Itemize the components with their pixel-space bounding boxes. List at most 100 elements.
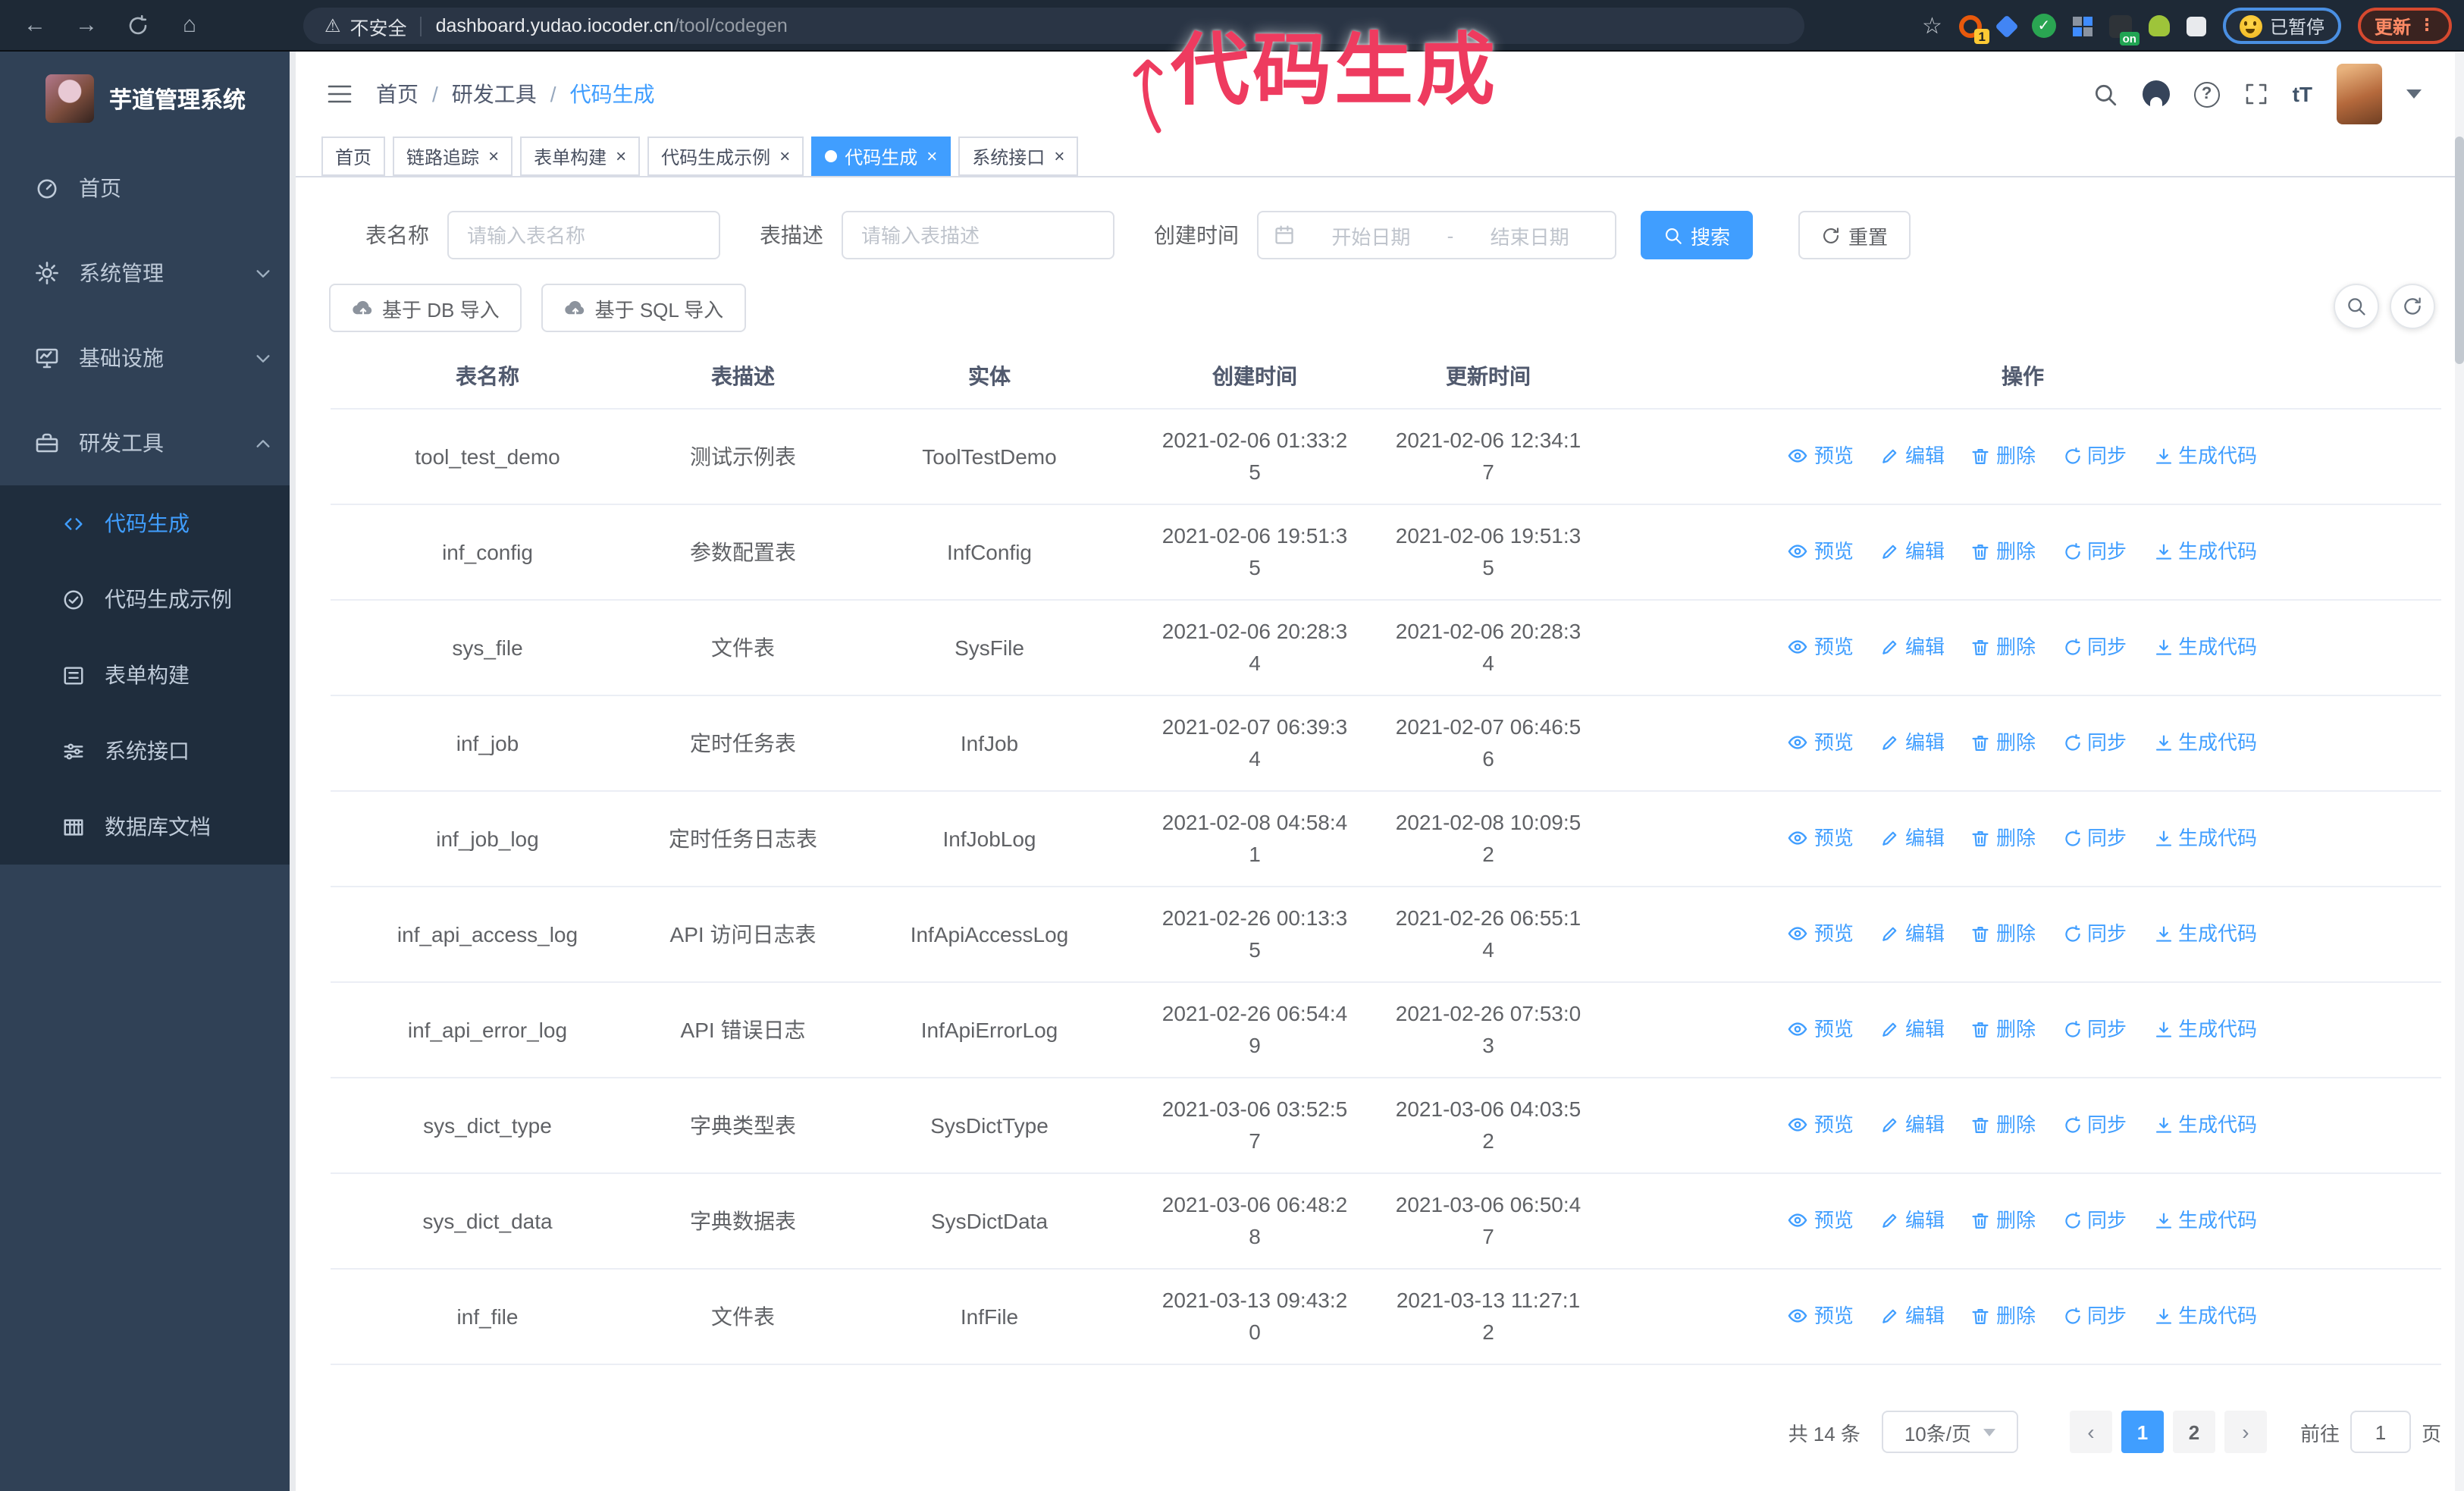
reset-button[interactable]: 重置 bbox=[1798, 211, 1911, 259]
action-eye-link[interactable]: 预览 bbox=[1788, 917, 1854, 949]
action-edit-link[interactable]: 编辑 bbox=[1881, 727, 1945, 758]
toggle-search-button[interactable] bbox=[2334, 284, 2379, 329]
page-button-1[interactable]: 1 bbox=[2121, 1411, 2164, 1453]
action-delete-link[interactable]: 删除 bbox=[1972, 631, 2036, 663]
date-range-picker[interactable]: 开始日期 - 结束日期 bbox=[1257, 211, 1616, 259]
action-sync-link[interactable]: 同步 bbox=[2063, 440, 2127, 472]
action-edit-link[interactable]: 编辑 bbox=[1881, 1109, 1945, 1141]
action-delete-link[interactable]: 删除 bbox=[1972, 727, 2036, 758]
action-edit-link[interactable]: 编辑 bbox=[1881, 535, 1945, 567]
close-icon[interactable] bbox=[488, 147, 499, 165]
sidebar-item-db-doc[interactable]: 数据库文档 bbox=[0, 789, 296, 865]
search-button[interactable]: 搜索 bbox=[1641, 211, 1754, 259]
breadcrumb-item[interactable]: 首页 bbox=[376, 79, 452, 109]
sidebar-scrollbar[interactable] bbox=[290, 52, 296, 1491]
action-eye-link[interactable]: 预览 bbox=[1788, 535, 1854, 567]
action-eye-link[interactable]: 预览 bbox=[1788, 726, 1854, 758]
chevron-down-icon[interactable] bbox=[2406, 89, 2422, 99]
sidebar-item-home[interactable]: 首页 bbox=[0, 146, 296, 231]
table-desc-input[interactable] bbox=[842, 211, 1114, 259]
sidebar-item-infra[interactable]: 基础设施 bbox=[0, 315, 296, 400]
sidebar-item-devtools[interactable]: 研发工具 bbox=[0, 400, 296, 485]
browser-forward-icon[interactable]: → bbox=[67, 5, 106, 45]
action-download-link[interactable]: 生成代码 bbox=[2154, 822, 2257, 854]
recorder-paused-pill[interactable]: 已暂停 bbox=[2222, 8, 2341, 44]
action-sync-link[interactable]: 同步 bbox=[2063, 918, 2127, 950]
extension-icon-orange[interactable]: 1 bbox=[1958, 14, 1989, 43]
extension-icon-check[interactable] bbox=[2031, 14, 2056, 38]
sidebar-item-system[interactable]: 系统管理 bbox=[0, 231, 296, 315]
action-sync-link[interactable]: 同步 bbox=[2063, 1013, 2127, 1045]
import-db-button[interactable]: 基于 DB 导入 bbox=[329, 284, 522, 332]
refresh-table-button[interactable] bbox=[2390, 284, 2435, 329]
font-size-icon[interactable] bbox=[2293, 82, 2312, 106]
action-eye-link[interactable]: 预览 bbox=[1788, 1204, 1854, 1235]
action-sync-link[interactable]: 同步 bbox=[2063, 1204, 2127, 1236]
action-eye-link[interactable]: 预览 bbox=[1788, 1012, 1854, 1044]
action-eye-link[interactable]: 预览 bbox=[1788, 439, 1854, 471]
search-icon[interactable] bbox=[2093, 81, 2118, 107]
action-edit-link[interactable]: 编辑 bbox=[1881, 440, 1945, 472]
browser-menu-dots-icon[interactable]: ⋮ bbox=[2419, 17, 2435, 34]
action-sync-link[interactable]: 同步 bbox=[2063, 727, 2127, 758]
sidebar-item-codegen[interactable]: 代码生成 bbox=[0, 485, 296, 561]
action-download-link[interactable]: 生成代码 bbox=[2154, 535, 2257, 567]
action-edit-link[interactable]: 编辑 bbox=[1881, 822, 1945, 854]
action-download-link[interactable]: 生成代码 bbox=[2154, 1109, 2257, 1141]
action-download-link[interactable]: 生成代码 bbox=[2154, 1204, 2257, 1236]
table-name-input[interactable] bbox=[447, 211, 720, 259]
extension-icon-grid[interactable] bbox=[2072, 16, 2093, 36]
action-download-link[interactable]: 生成代码 bbox=[2154, 918, 2257, 950]
tab-tracing[interactable]: 链路追踪 bbox=[393, 137, 513, 176]
address-bar[interactable]: ⚠ 不安全 dashboard.yudao.iocoder.cn /tool/c… bbox=[303, 8, 1804, 44]
avatar[interactable] bbox=[2337, 64, 2382, 124]
prev-page-button[interactable] bbox=[2069, 1411, 2112, 1453]
page-button-2[interactable]: 2 bbox=[2172, 1411, 2215, 1453]
goto-page-input[interactable] bbox=[2350, 1411, 2411, 1453]
page-size-select[interactable]: 10条/页 bbox=[1881, 1411, 2018, 1453]
action-edit-link[interactable]: 编辑 bbox=[1881, 1204, 1945, 1236]
action-delete-link[interactable]: 删除 bbox=[1972, 822, 2036, 854]
extension-icon-puzzle[interactable] bbox=[2186, 16, 2206, 36]
close-icon[interactable] bbox=[616, 147, 626, 165]
github-icon[interactable] bbox=[2142, 80, 2170, 108]
bookmark-star-icon[interactable]: ☆ bbox=[1922, 12, 1942, 39]
action-download-link[interactable]: 生成代码 bbox=[2154, 631, 2257, 663]
fullscreen-icon[interactable] bbox=[2244, 82, 2268, 106]
browser-update-button[interactable]: 更新 ⋮ bbox=[2357, 8, 2452, 44]
extension-icon-android[interactable] bbox=[2148, 15, 2170, 36]
action-download-link[interactable]: 生成代码 bbox=[2154, 1300, 2257, 1332]
action-delete-link[interactable]: 删除 bbox=[1972, 440, 2036, 472]
tab-codegen[interactable]: 代码生成 bbox=[811, 137, 951, 176]
action-edit-link[interactable]: 编辑 bbox=[1881, 1300, 1945, 1332]
sidebar-item-codegen-example[interactable]: 代码生成示例 bbox=[0, 561, 296, 637]
extension-icon-gem[interactable] bbox=[1995, 14, 2019, 38]
scrollbar-thumb[interactable] bbox=[2455, 137, 2464, 364]
extension-icon-recorder[interactable]: on bbox=[2108, 14, 2140, 45]
help-icon[interactable] bbox=[2193, 81, 2220, 107]
import-sql-button[interactable]: 基于 SQL 导入 bbox=[541, 284, 747, 332]
tab-home[interactable]: 首页 bbox=[321, 137, 386, 176]
action-delete-link[interactable]: 删除 bbox=[1972, 1300, 2036, 1332]
close-icon[interactable] bbox=[1054, 147, 1064, 165]
action-delete-link[interactable]: 删除 bbox=[1972, 1204, 2036, 1236]
next-page-button[interactable] bbox=[2224, 1411, 2267, 1453]
browser-back-icon[interactable]: ← bbox=[15, 5, 55, 45]
close-icon[interactable] bbox=[779, 147, 790, 165]
action-edit-link[interactable]: 编辑 bbox=[1881, 631, 1945, 663]
sidebar-item-api[interactable]: 系统接口 bbox=[0, 713, 296, 789]
action-delete-link[interactable]: 删除 bbox=[1972, 1109, 2036, 1141]
action-sync-link[interactable]: 同步 bbox=[2063, 535, 2127, 567]
browser-reload-icon[interactable] bbox=[118, 5, 158, 45]
tab-codegen-example[interactable]: 代码生成示例 bbox=[647, 137, 804, 176]
action-delete-link[interactable]: 删除 bbox=[1972, 535, 2036, 567]
action-download-link[interactable]: 生成代码 bbox=[2154, 1013, 2257, 1045]
sidebar-logo[interactable]: 芋道管理系统 bbox=[0, 52, 296, 146]
action-sync-link[interactable]: 同步 bbox=[2063, 1300, 2127, 1332]
action-download-link[interactable]: 生成代码 bbox=[2154, 727, 2257, 758]
close-icon[interactable] bbox=[926, 147, 937, 165]
action-edit-link[interactable]: 编辑 bbox=[1881, 918, 1945, 950]
action-eye-link[interactable]: 预览 bbox=[1788, 821, 1854, 853]
sidebar-item-form-builder[interactable]: 表单构建 bbox=[0, 637, 296, 713]
action-delete-link[interactable]: 删除 bbox=[1972, 918, 2036, 950]
